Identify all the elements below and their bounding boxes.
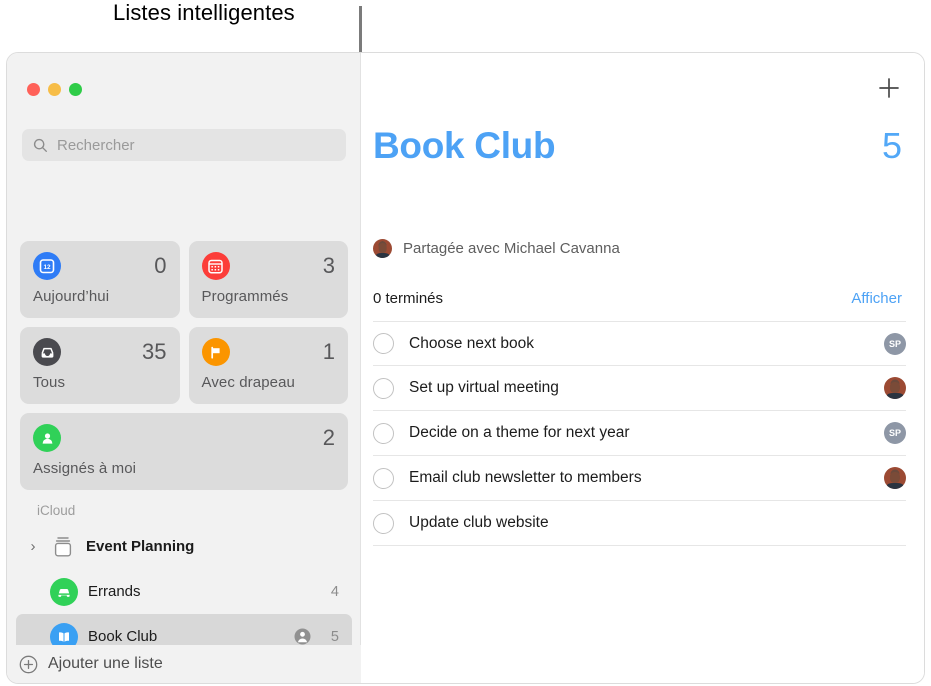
flag-icon (201, 338, 230, 366)
main-panel: Book Club 5 Partagée avec Michael Cavann… (361, 53, 924, 683)
smart-list-all[interactable]: 35 Tous (20, 327, 180, 404)
task-title: Set up virtual meeting (409, 379, 559, 396)
search-input[interactable]: Rechercher (22, 129, 346, 161)
smart-list-count: 2 (322, 425, 335, 450)
list-item-label: Book Club (88, 628, 158, 645)
reminders-window: Rechercher 12 0 Aujourd’hui 3 Programmés… (6, 52, 925, 684)
task-title: Email club newsletter to members (409, 469, 642, 486)
page-title: Book Club (373, 125, 556, 166)
callout-label: Listes intelligentes (113, 0, 295, 25)
list-item-event-planning[interactable]: › Event Planning (16, 524, 352, 569)
smart-list-label: Aujourd’hui (33, 288, 110, 305)
task-row[interactable]: Email club newsletter to members (373, 456, 906, 501)
avatar (373, 239, 392, 258)
task-row[interactable]: Choose next book SP (373, 321, 906, 366)
svg-text:12: 12 (43, 264, 51, 271)
list-item-count: 4 (330, 583, 339, 600)
search-placeholder: Rechercher (57, 136, 135, 154)
task-checkbox[interactable] (373, 467, 394, 489)
smart-lists-grid: 12 0 Aujourd’hui 3 Programmés 35 Tous 1 … (20, 241, 348, 490)
smart-list-assigned-to-me[interactable]: 2 Assignés à moi (20, 413, 348, 490)
close-button[interactable] (27, 83, 40, 96)
add-list-button[interactable]: Ajouter une liste (7, 645, 361, 683)
task-row[interactable]: Update club website (373, 501, 906, 546)
list-item-errands[interactable]: Errands 4 (16, 569, 352, 614)
smart-list-label: Avec drapeau (201, 374, 295, 391)
task-assignee-avatar (884, 467, 906, 489)
task-row[interactable]: Set up virtual meeting (373, 366, 906, 411)
smart-list-scheduled[interactable]: 3 Programmés (188, 241, 348, 318)
section-header-icloud: iCloud (37, 503, 76, 518)
smart-list-count: 1 (322, 339, 335, 364)
list-item-count: 5 (330, 628, 339, 645)
task-assignee-avatar: SP (884, 332, 906, 355)
smart-list-label: Tous (33, 374, 66, 391)
task-checkbox[interactable] (373, 512, 394, 534)
completed-row: 0 terminés Afficher (373, 290, 902, 307)
zoom-button[interactable] (69, 83, 82, 96)
smart-list-flagged[interactable]: 1 Avec drapeau (188, 327, 348, 404)
shared-with-label: Partagée avec Michael Cavanna (403, 240, 620, 257)
folder-group-icon (50, 535, 76, 559)
add-reminder-button[interactable] (878, 77, 900, 99)
task-list: Choose next book SP Set up virtual meeti… (373, 321, 906, 546)
task-assignee-avatar: SP (884, 422, 906, 444)
task-title: Update club website (409, 514, 549, 531)
plus-circle-icon (19, 655, 38, 673)
task-title: Decide on a theme for next year (409, 424, 630, 441)
sidebar: Rechercher 12 0 Aujourd’hui 3 Programmés… (7, 53, 361, 683)
smart-list-today[interactable]: 12 0 Aujourd’hui (20, 241, 180, 318)
task-title: Choose next book (409, 334, 534, 352)
show-completed-button[interactable]: Afficher (851, 290, 902, 307)
window-traffic-lights (27, 83, 82, 96)
task-checkbox[interactable] (373, 422, 394, 444)
smart-list-label: Assignés à moi (33, 460, 137, 477)
chevron-right-icon[interactable]: › (26, 538, 40, 555)
list-item-label: Event Planning (86, 538, 195, 555)
shared-with-row[interactable]: Partagée avec Michael Cavanna (373, 239, 620, 258)
smart-list-count: 35 (142, 339, 167, 364)
inbox-tray-icon (33, 338, 61, 366)
smart-list-count: 0 (154, 253, 167, 278)
list-header: Book Club 5 (373, 125, 902, 167)
list-item-label: Errands (88, 583, 141, 600)
car-icon (50, 577, 78, 606)
person-icon (33, 424, 61, 452)
smart-list-count: 3 (322, 253, 335, 278)
task-checkbox[interactable] (373, 333, 394, 354)
list-count: 5 (881, 125, 902, 166)
smart-list-label: Programmés (201, 288, 289, 305)
add-list-label: Ajouter une liste (48, 655, 163, 672)
calendar-day-icon: 12 (33, 252, 61, 280)
task-row[interactable]: Decide on a theme for next year SP (373, 411, 906, 456)
completed-count-label: 0 terminés (373, 290, 444, 307)
search-icon (33, 138, 48, 152)
minimize-button[interactable] (48, 83, 61, 96)
task-checkbox[interactable] (373, 377, 394, 399)
calendar-grid-icon (201, 252, 230, 280)
task-assignee-avatar (884, 377, 906, 399)
shared-person-icon (294, 628, 311, 645)
